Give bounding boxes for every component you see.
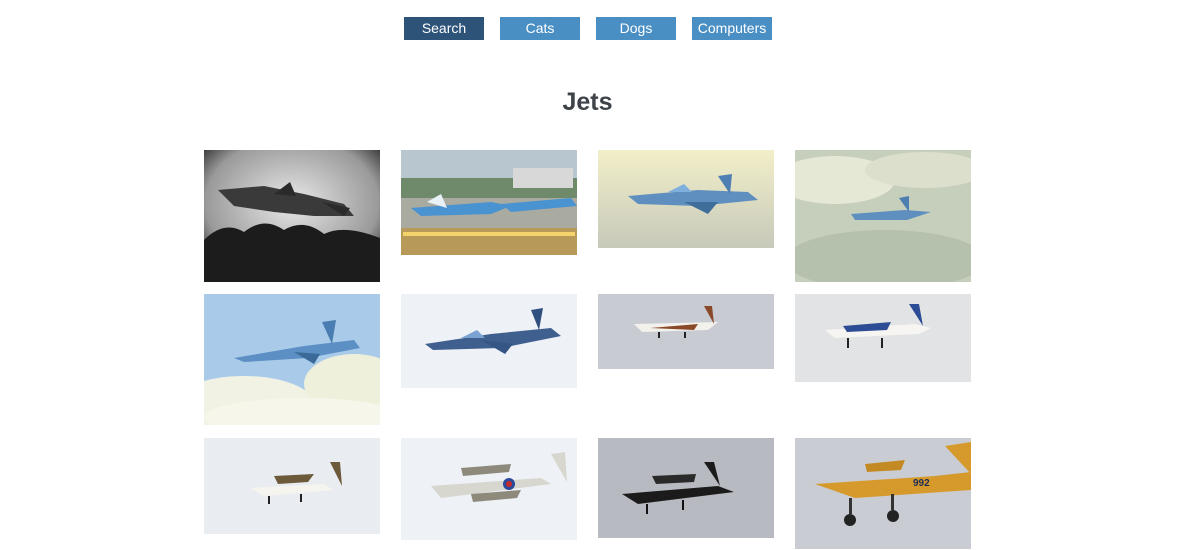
nav-button-dogs[interactable]: Dogs — [596, 17, 676, 40]
nav-button-computers[interactable]: Computers — [692, 17, 772, 40]
gallery-image-blue-fighter-jet[interactable] — [598, 150, 774, 248]
page-title: Jets — [562, 88, 613, 116]
gallery-image-yellow-trainer-aircraft[interactable]: 992 — [795, 438, 971, 549]
nav-button-cats[interactable]: Cats — [500, 17, 580, 40]
gallery-image-airfield-airliners[interactable] — [401, 150, 577, 255]
gallery-image-white-light-aircraft-2[interactable] — [204, 438, 380, 534]
gallery-image-blue-fighter-jet-2[interactable] — [401, 294, 577, 388]
nav-button-search[interactable]: Search — [404, 17, 484, 40]
gallery-image-bw-stealth-fighter[interactable] — [204, 150, 380, 282]
gallery-image-white-light-aircraft[interactable] — [598, 294, 774, 369]
gallery-image-blue-fighter-over-clouds[interactable] — [204, 294, 380, 425]
gallery-image-white-blue-light-aircraft[interactable] — [795, 294, 971, 382]
aircraft-registration-text: 992 — [913, 478, 930, 489]
gallery-image-raf-biplane[interactable] — [401, 438, 577, 540]
gallery-image-dark-single-engine-aircraft[interactable] — [598, 438, 774, 538]
gallery-image-blue-fighter-cloudy[interactable] — [795, 150, 971, 282]
